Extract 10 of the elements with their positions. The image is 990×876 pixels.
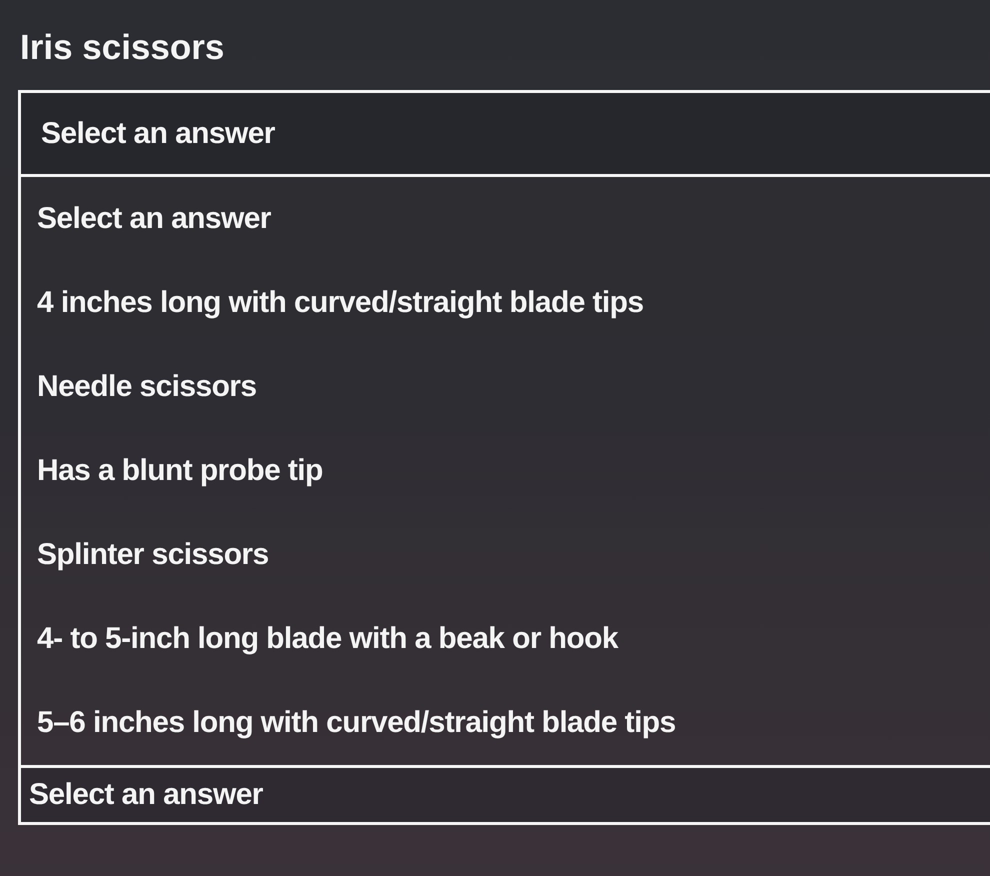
question-title: Iris scissors <box>19 28 224 68</box>
dropdown-option[interactable]: 4 inches long with curved/straight blade tips <box>21 261 990 345</box>
dropdown-option[interactable]: Select an answer <box>21 177 990 261</box>
dropdown-option[interactable]: Has a blunt probe tip <box>21 429 990 513</box>
dropdown-option[interactable]: Splinter scissors <box>21 513 990 597</box>
dropdown-option[interactable]: 5–6 inches long with curved/straight blade tips <box>21 681 990 765</box>
dropdown-option[interactable]: Needle scissors <box>21 345 990 429</box>
answer-select[interactable]: Select an answer <box>18 768 990 825</box>
answer-select[interactable]: Select an answer <box>18 90 990 177</box>
dropdown-option[interactable]: 4- to 5-inch long blade with a beak or hook <box>21 597 990 681</box>
